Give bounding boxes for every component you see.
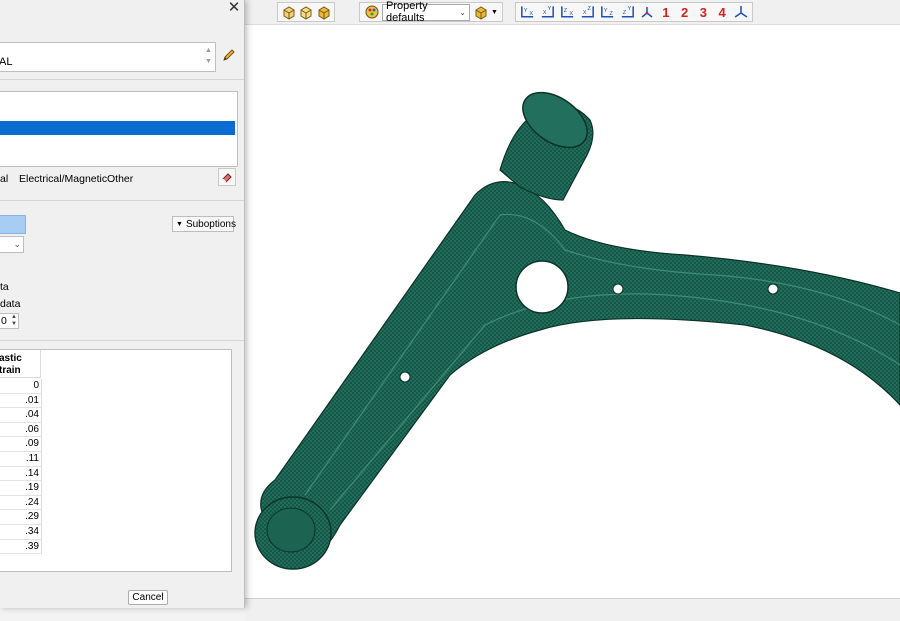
table-cell[interactable]: .09 [0,437,42,452]
color-palette-icon[interactable] [363,4,380,21]
menu-electrical-magnetic[interactable]: Electrical/Magnetic [19,173,107,185]
table-cell[interactable]: .11 [0,451,42,467]
eraser-icon[interactable] [218,168,236,186]
behavior-menu-bar: al Electrical/Magnetic Other [0,171,244,187]
view-3-button[interactable]: 3 [696,5,712,20]
svg-text:Y: Y [628,6,632,12]
pencil-icon[interactable] [222,48,236,65]
shaded-cube-icon[interactable] [316,4,331,21]
scroll-arrows-icon[interactable]: ▲ ▼ [204,45,213,67]
selected-behavior-row[interactable] [0,121,235,135]
svg-text:Y: Y [548,6,552,12]
divider [0,340,244,341]
table-cell[interactable]: .06 [0,422,42,438]
table-cell[interactable]: .14 [0,466,42,482]
close-icon[interactable]: ✕ [226,0,242,16]
svg-text:Z: Z [564,8,568,14]
svg-text:Z: Z [623,10,627,16]
display-options-cube-icon[interactable] [472,4,489,21]
view-zy-icon[interactable]: ZY [619,4,636,21]
table-cell[interactable]: .34 [0,524,42,540]
view-orientation-group: YX XY ZX XZ YZ ZY 1 2 3 4 [515,2,753,22]
render-style-group [277,2,335,22]
view-1-button[interactable]: 1 [658,5,674,20]
table-cell[interactable]: .19 [0,481,42,496]
option-label-1: ta [0,281,9,293]
svg-text:Z: Z [588,6,592,12]
menu-thermal[interactable]: al [0,173,8,185]
svg-text:X: X [543,10,547,16]
view-4-button[interactable]: 4 [714,5,730,20]
view-zx-icon[interactable]: ZX [559,4,576,21]
svg-text:X: X [569,11,573,17]
option-label-2: data [0,298,21,310]
highlighted-field[interactable] [0,215,26,234]
menu-other[interactable]: Other [107,173,133,185]
cancel-button[interactable]: Cancel [128,590,168,605]
chevron-down-icon: ⌄ [13,239,21,249]
property-defaults-value: Property defaults [386,0,428,24]
table-cell[interactable]: .29 [0,510,42,525]
view-xz-icon[interactable]: XZ [579,4,596,21]
view-yz-icon[interactable]: YZ [599,4,616,21]
suboptions-button[interactable]: ▼ Suboptions [172,216,236,232]
axis-triad-icon[interactable] [733,4,749,21]
view-yx-icon[interactable]: YX [519,4,536,21]
header-line-1: astic [0,353,22,364]
view-xy-icon[interactable]: XY [539,4,556,21]
table-cell[interactable]: 0 [0,379,42,394]
header-line-2: train [0,365,21,376]
number-spinner[interactable]: 0 ▲ ▼ [0,313,19,329]
svg-text:X: X [529,11,533,17]
status-strip [245,598,900,621]
material-name-field[interactable]: AL ▲ ▼ [0,42,216,72]
divider [0,200,244,201]
svg-text:X: X [583,10,587,16]
table-cell[interactable]: .01 [0,393,42,409]
spinner-value: 0 [1,315,7,327]
small-hole-1 [612,283,624,295]
large-hole [515,260,569,314]
small-hole-3 [399,371,411,383]
control-arm-mesh-drawing [254,91,900,570]
view-2-button[interactable]: 2 [677,5,693,20]
material-behaviors-list[interactable] [0,91,238,167]
plastic-strain-header: astic train [0,350,41,378]
display-group: Property defaults ⌄ ▼ [359,0,503,24]
edit-material-dialog: ✕ AL ▲ ▼ al Electrical/Magnetic Other ⌄ ▼… [0,0,245,608]
spinner-arrows-icon[interactable]: ▲ ▼ [11,314,17,328]
strain-column: 0 .01 .04 .06 .09 .11 .14 .19 .24 .29 .3… [0,379,42,555]
table-cell[interactable]: .39 [0,539,42,555]
isometric-axes-icon[interactable] [639,4,655,21]
small-hole-2 [767,283,779,295]
lower-bushing-face [266,507,316,553]
model-viewport[interactable] [245,24,900,599]
data-table[interactable]: astic train 0 .01 .04 .06 .09 .11 .14 .1… [0,349,232,572]
wireframe-cube-icon[interactable] [281,4,296,21]
chevron-down-icon: ⌄ [459,7,466,17]
arm-body-shape [260,181,900,567]
svg-text:Z: Z [609,11,613,17]
dropdown-arrow-icon: ▼ [176,220,183,228]
svg-text:Y: Y [524,8,528,14]
viewport-toolbar: Property defaults ⌄ ▼ YX XY ZX XZ YZ ZY … [245,0,900,25]
svg-text:Y: Y [604,8,608,14]
dropdown-arrow-icon[interactable]: ▼ [491,9,498,16]
table-cell[interactable]: .04 [0,408,42,423]
material-name-value: AL [0,56,13,68]
table-cell[interactable]: .24 [0,495,42,511]
type-select[interactable]: ⌄ [0,236,24,253]
property-defaults-select[interactable]: Property defaults ⌄ [382,0,470,24]
suboptions-label: Suboptions [185,218,236,230]
divider [0,79,244,80]
hidden-line-cube-icon[interactable] [298,4,313,21]
